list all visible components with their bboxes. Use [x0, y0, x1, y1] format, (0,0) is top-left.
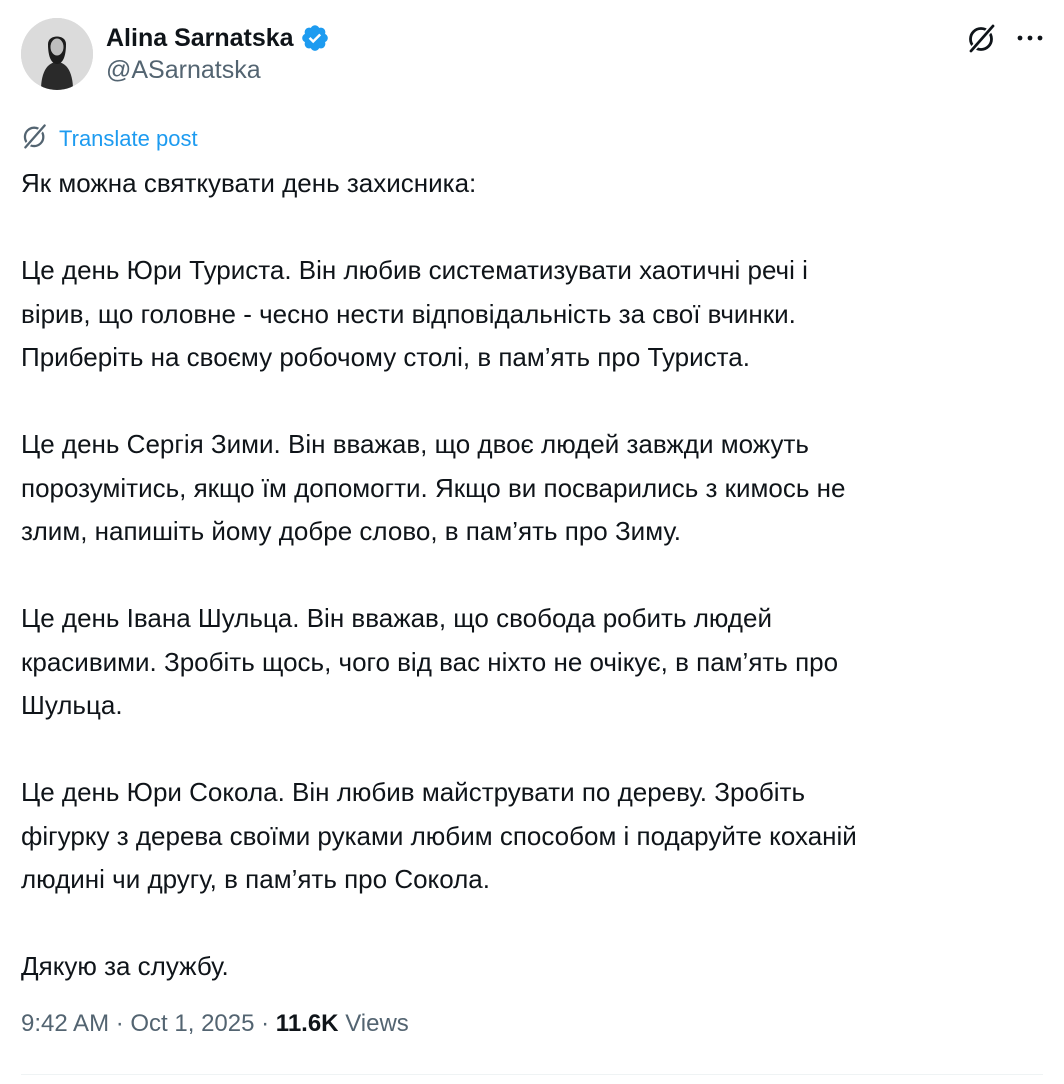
post-text: Як можна святкувати день захисника: Це де… [21, 162, 1041, 989]
translate-post-link[interactable]: Translate post [21, 122, 198, 155]
post-text-line: Дякую за службу. [21, 951, 229, 981]
post-text-line: фігурку з дерева своїми руками любим спо… [21, 820, 857, 851]
post-text-line: злим, напишіть йому добре слово, в пам’я… [21, 516, 681, 546]
display-name[interactable]: Alina Sarnatska [106, 24, 294, 53]
translate-post-label: Translate post [59, 125, 198, 151]
name-row: Alina Sarnatska [106, 20, 330, 56]
post-text-line: красивими. Зробіть щось, чого від вас ні… [21, 646, 839, 677]
meta-separator: · [254, 1010, 276, 1037]
meta-separator: · [109, 1010, 131, 1037]
post-text-line: Це день Сергія Зими. Він вважав, що двоє… [21, 429, 809, 459]
post-text-line: вірив, що головне - чесно нести відповід… [21, 298, 796, 329]
post-text-line: Як можна святкувати день захисника: [21, 168, 477, 198]
grok-translate-icon [21, 122, 49, 155]
avatar-photo [21, 18, 93, 90]
views-label: Views [345, 1010, 409, 1037]
divider [21, 1074, 1043, 1075]
views-count: 11.6K [275, 1010, 339, 1037]
more-options-icon[interactable] [1016, 34, 1044, 42]
avatar[interactable] [21, 18, 93, 90]
verified-badge-icon[interactable] [300, 23, 330, 53]
post-text-line: Шульца. [21, 690, 123, 720]
post: Alina Sarnatska @ASarnatska Translate po… [0, 0, 1064, 1084]
post-text-line: Це день Івана Шульца. Він вважав, що сво… [21, 603, 772, 633]
top-actions [966, 22, 1044, 54]
handle[interactable]: @ASarnatska [106, 56, 330, 85]
author-block: Alina Sarnatska @ASarnatska [106, 20, 330, 85]
grok-icon[interactable] [966, 22, 998, 54]
post-text-line: Це день Юри Туриста. Він любив системати… [21, 255, 808, 285]
post-text-line: людині чи другу, в пам’ять про Сокола. [21, 864, 490, 894]
post-text-line: порозумітись, якщо їм допомогти. Якщо ви… [21, 472, 846, 503]
post-time[interactable]: 9:42 AM [21, 1010, 109, 1037]
post-date[interactable]: Oct 1, 2025 [130, 1010, 254, 1037]
post-text-line: Це день Юри Сокола. Він любив майструват… [21, 777, 805, 807]
post-meta: 9:42 AM · Oct 1, 2025 · 11.6K Views [21, 1010, 409, 1038]
post-text-line: Приберіть на своєму робочому столі, в па… [21, 342, 750, 372]
